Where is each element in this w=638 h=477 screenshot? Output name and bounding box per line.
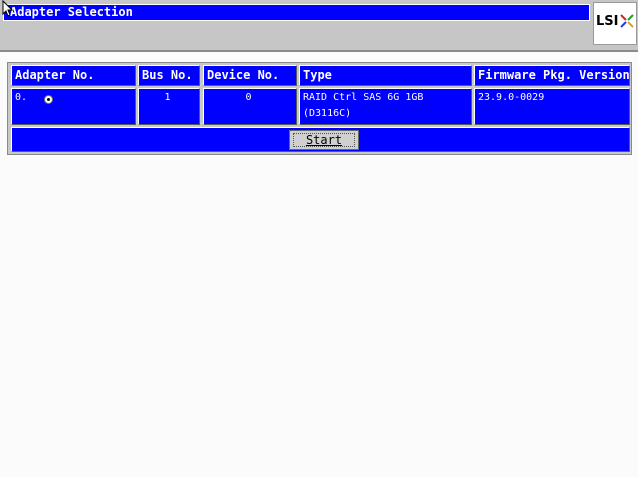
start-button[interactable]: Start — [289, 130, 359, 150]
type-cell: RAID Ctrl SAS 6G 1GB (D3116C) — [299, 88, 472, 125]
start-button-label: Start — [305, 133, 343, 147]
header-device-no: Device No. — [203, 65, 297, 86]
lsi-logo-icon — [620, 14, 634, 28]
bus-no-cell: 1 — [138, 88, 200, 125]
header-firmware: Firmware Pkg. Version — [474, 65, 630, 86]
header-bus-no: Bus No. — [138, 65, 200, 86]
device-no-cell: 0 — [203, 88, 297, 125]
header-divider — [0, 50, 638, 52]
header-type: Type — [299, 65, 472, 86]
type-line-1: RAID Ctrl SAS 6G 1GB — [303, 92, 424, 103]
adapter-select-radio[interactable] — [44, 95, 53, 104]
adapter-number: 0. — [15, 92, 28, 103]
table-row[interactable]: 0. — [11, 88, 136, 125]
lsi-logo: LSI — [593, 2, 637, 45]
window-title: Adapter Selection — [3, 4, 590, 21]
header-adapter-no: Adapter No. — [11, 65, 136, 86]
title-strip: Adapter Selection LSI — [0, 0, 638, 50]
logo-text: LSI — [596, 14, 619, 29]
mouse-pointer-icon — [2, 0, 14, 17]
type-line-2: (D3116C) — [303, 108, 352, 119]
firmware-cell: 23.9.0-0029 — [474, 88, 630, 125]
